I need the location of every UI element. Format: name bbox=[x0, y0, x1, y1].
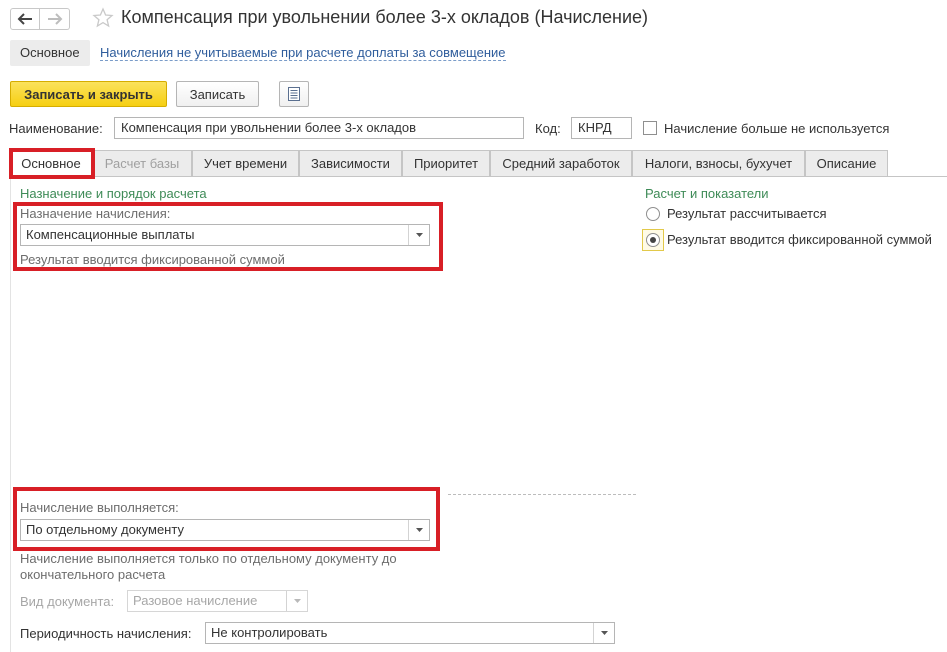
tab-taxes[interactable]: Налоги, взносы, бухучет bbox=[632, 150, 805, 177]
radio-fixed-label: Результат вводится фиксированной суммой bbox=[667, 232, 932, 247]
list-icon bbox=[288, 87, 300, 101]
code-label: Код: bbox=[535, 121, 561, 136]
section-title-purpose: Назначение и порядок расчета bbox=[20, 186, 207, 201]
star-icon bbox=[92, 7, 114, 28]
favorite-button[interactable] bbox=[92, 7, 114, 29]
tab-dependencies[interactable]: Зависимости bbox=[299, 150, 402, 177]
highlight-execution bbox=[13, 487, 440, 551]
tab-base-calc[interactable]: Расчет базы bbox=[92, 150, 192, 177]
tab-divider bbox=[10, 176, 947, 177]
separator bbox=[448, 494, 636, 495]
periodicity-label: Периодичность начисления: bbox=[20, 626, 192, 641]
radio-calculated[interactable] bbox=[646, 207, 660, 221]
tab-time-tracking[interactable]: Учет времени bbox=[192, 150, 299, 177]
subnav-main[interactable]: Основное bbox=[10, 40, 90, 66]
page-title: Компенсация при увольнении более 3-х окл… bbox=[121, 7, 649, 27]
tab-strip: Основное Расчет базы Учет времени Зависи… bbox=[10, 150, 947, 177]
arrow-left-icon bbox=[17, 13, 32, 25]
chevron-down-icon bbox=[293, 599, 301, 603]
subnav-link[interactable]: Начисления не учитываемые при расчете до… bbox=[100, 45, 506, 61]
unused-label: Начисление больше не используется bbox=[664, 121, 890, 136]
tab-average-earnings[interactable]: Средний заработок bbox=[490, 150, 632, 177]
periodicity-dropdown-button[interactable] bbox=[593, 623, 614, 643]
tab-priority[interactable]: Приоритет bbox=[402, 150, 490, 177]
section-title-calc: Расчет и показатели bbox=[645, 186, 769, 201]
forward-button[interactable] bbox=[40, 8, 70, 30]
periodicity-select[interactable]: Не контролировать bbox=[205, 622, 615, 644]
radio-calculated-label: Результат рассчитывается bbox=[667, 206, 827, 221]
doc-type-dropdown-button bbox=[286, 591, 307, 611]
radio-fixed[interactable] bbox=[646, 233, 660, 247]
unused-checkbox[interactable] bbox=[643, 121, 657, 135]
doc-type-label: Вид документа: bbox=[20, 594, 115, 609]
name-input[interactable]: Компенсация при увольнении более 3-х окл… bbox=[114, 117, 524, 139]
doc-type-value: Разовое начисление bbox=[133, 593, 258, 608]
back-button[interactable] bbox=[10, 8, 40, 30]
doc-type-select: Разовое начисление bbox=[127, 590, 308, 612]
chevron-down-icon bbox=[600, 631, 608, 635]
highlight-active-tab bbox=[9, 148, 95, 179]
save-and-close-button[interactable]: Записать и закрыть bbox=[10, 81, 167, 107]
periodicity-value: Не контролировать bbox=[211, 625, 328, 640]
execution-hint-line1: Начисление выполняется только по отдельн… bbox=[20, 551, 397, 566]
list-button[interactable] bbox=[279, 81, 309, 107]
code-input[interactable]: КНРД bbox=[571, 117, 632, 139]
save-button[interactable]: Записать bbox=[176, 81, 259, 107]
highlight-purpose bbox=[13, 202, 443, 271]
arrow-right-icon bbox=[47, 13, 62, 25]
execution-hint-line2: окончательного расчета bbox=[20, 567, 166, 582]
tab-description[interactable]: Описание bbox=[805, 150, 888, 177]
content-border bbox=[10, 176, 11, 652]
name-label: Наименование: bbox=[9, 121, 103, 136]
